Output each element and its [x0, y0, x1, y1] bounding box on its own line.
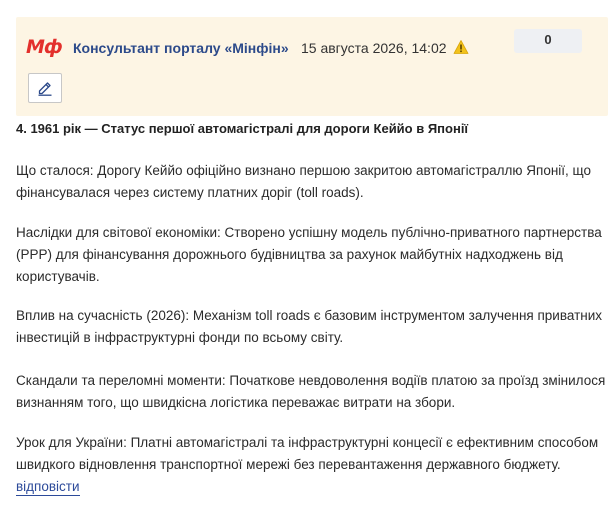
- post-title: 4. 1961 рік — Статус першої автомагістра…: [16, 121, 469, 136]
- warning-triangle-icon[interactable]: [453, 39, 469, 55]
- post-date: 15 августа 2026, 14:02: [301, 40, 447, 56]
- paragraph-modern-impact: Вплив на сучасність (2026): Механізм tol…: [16, 308, 603, 345]
- author-name[interactable]: Консультант порталу «Мінфін»: [73, 40, 289, 56]
- pencil-icon: [38, 82, 52, 96]
- rating-counter: 0: [514, 29, 582, 53]
- paragraph-scandals: Скандали та переломні моменти: Початкове…: [16, 373, 606, 410]
- paragraph-what-happened: Що сталося: Дорогу Кеййо офіційно визнан…: [16, 163, 592, 200]
- comment-post: Мф Консультант порталу «Мінфін» 15 авгус…: [0, 0, 616, 512]
- edit-button[interactable]: [28, 73, 62, 103]
- paragraph-economic-consequences: Наслідки для світової економіки: Створен…: [16, 225, 602, 284]
- minfin-logo: Мф: [26, 36, 63, 58]
- comment-header: Мф Консультант порталу «Мінфін» 15 авгус…: [16, 17, 608, 116]
- paragraph-lesson-ukraine: Урок для України: Платні автомагістралі …: [16, 435, 599, 472]
- reply-link[interactable]: відповісти: [16, 479, 80, 496]
